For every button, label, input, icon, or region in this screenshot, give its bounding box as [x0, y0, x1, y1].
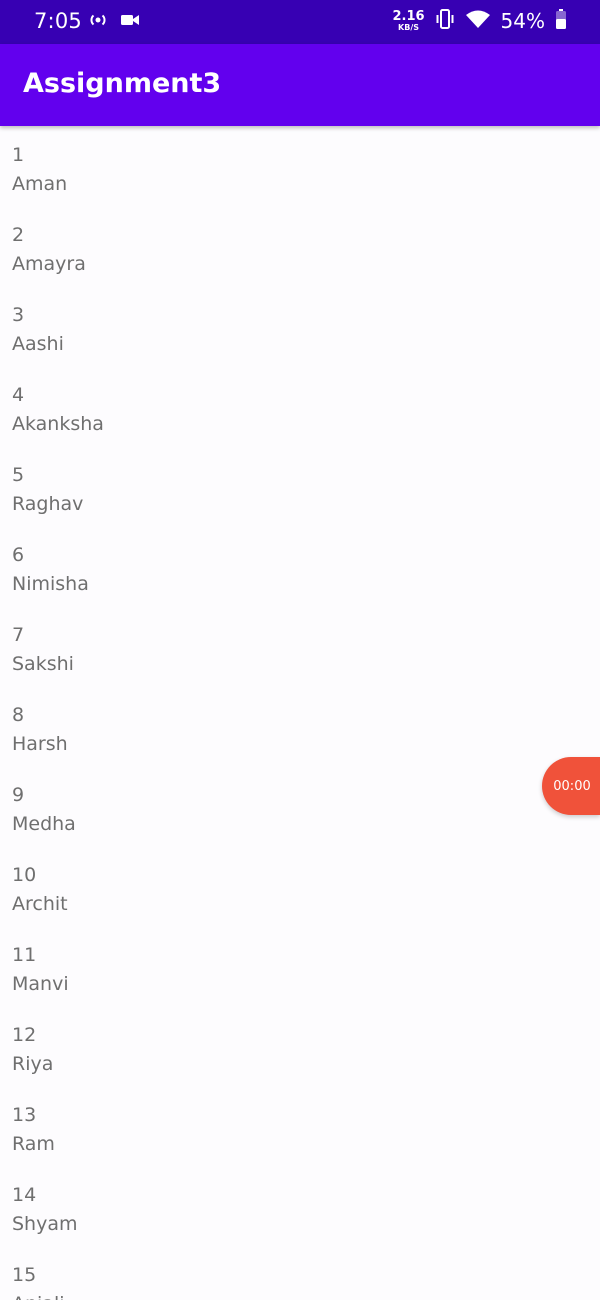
- network-speed-unit: KB/S: [398, 23, 419, 32]
- list-item[interactable]: 11 Manvi: [0, 926, 600, 1006]
- network-speed: 2.16 KB/S: [392, 10, 424, 32]
- recorder-timer-text: 00:00: [553, 778, 591, 794]
- status-right-icons: 2.16 KB/S 54%: [392, 8, 567, 34]
- list-item-name: Aman: [12, 173, 68, 195]
- list-item[interactable]: 5 Raghav: [0, 446, 600, 526]
- names-list[interactable]: 1 Aman 2 Amayra 3 Aashi 4 Akanksha 5 Rag…: [0, 126, 600, 1300]
- list-item[interactable]: 9 Medha: [0, 766, 600, 846]
- list-item-id: 1: [12, 144, 25, 166]
- list-item[interactable]: 14 Shyam: [0, 1166, 600, 1246]
- list-item-id: 10: [12, 864, 37, 886]
- list-item[interactable]: 3 Aashi: [0, 286, 600, 366]
- list-item[interactable]: 7 Sakshi: [0, 606, 600, 686]
- list-item[interactable]: 12 Riya: [0, 1006, 600, 1086]
- list-item-name: Manvi: [12, 973, 69, 995]
- list-item-id: 13: [12, 1104, 37, 1126]
- list-item[interactable]: 1 Aman: [0, 126, 600, 206]
- radio-icon: [88, 12, 108, 32]
- list-item-name: Sakshi: [12, 653, 74, 675]
- list-item-name: Aashi: [12, 333, 64, 355]
- status-bar: 7:05 2.16 KB/S 54%: [0, 0, 600, 44]
- list-item-name: Anjali: [12, 1290, 600, 1300]
- list-item-id: 7: [12, 624, 25, 646]
- video-camera-icon: [120, 12, 140, 32]
- list-item[interactable]: 8 Harsh: [0, 686, 600, 766]
- list-item-id: 15: [12, 1264, 37, 1286]
- list-item-name: Akanksha: [12, 413, 104, 435]
- status-time: 7:05: [34, 9, 82, 33]
- list-item-id: 5: [12, 464, 25, 486]
- list-item-id: 6: [12, 544, 25, 566]
- list-item[interactable]: 15 Anjali: [0, 1246, 600, 1300]
- list-item[interactable]: 10 Archit: [0, 846, 600, 926]
- list-item-id: 12: [12, 1024, 37, 1046]
- network-speed-value: 2.16: [392, 9, 425, 24]
- list-item-id: 14: [12, 1184, 37, 1206]
- battery-icon: [555, 8, 567, 34]
- app-title: Assignment3: [23, 68, 222, 99]
- app-bar: Assignment3: [0, 44, 600, 126]
- vibrate-icon: [435, 8, 455, 34]
- list-item-id: 9: [12, 784, 25, 806]
- list-item[interactable]: 13 Ram: [0, 1086, 600, 1166]
- list-item-name: Amayra: [12, 253, 86, 275]
- wifi-icon: [465, 9, 491, 33]
- list-item-id: 4: [12, 384, 25, 406]
- list-item-id: 3: [12, 304, 25, 326]
- status-left-icons: [88, 12, 140, 32]
- list-item-name: Medha: [12, 813, 76, 835]
- list-item-name: Nimisha: [12, 573, 89, 595]
- list-item-name: Harsh: [12, 733, 68, 755]
- list-item[interactable]: 2 Amayra: [0, 206, 600, 286]
- list-item[interactable]: 6 Nimisha: [0, 526, 600, 606]
- list-item-name: Riya: [12, 1053, 54, 1075]
- list-item-id: 11: [12, 944, 37, 966]
- list-item[interactable]: 4 Akanksha: [0, 366, 600, 446]
- list-item-name: Archit: [12, 893, 68, 915]
- list-item-name: Ram: [12, 1133, 55, 1155]
- list-item-id: 2: [12, 224, 25, 246]
- screen-recorder-timer-button[interactable]: 00:00: [542, 757, 600, 815]
- list-item-name: Shyam: [12, 1213, 78, 1235]
- list-item-id: 8: [12, 704, 25, 726]
- battery-percent: 54%: [500, 9, 545, 33]
- list-item-name: Raghav: [12, 493, 84, 515]
